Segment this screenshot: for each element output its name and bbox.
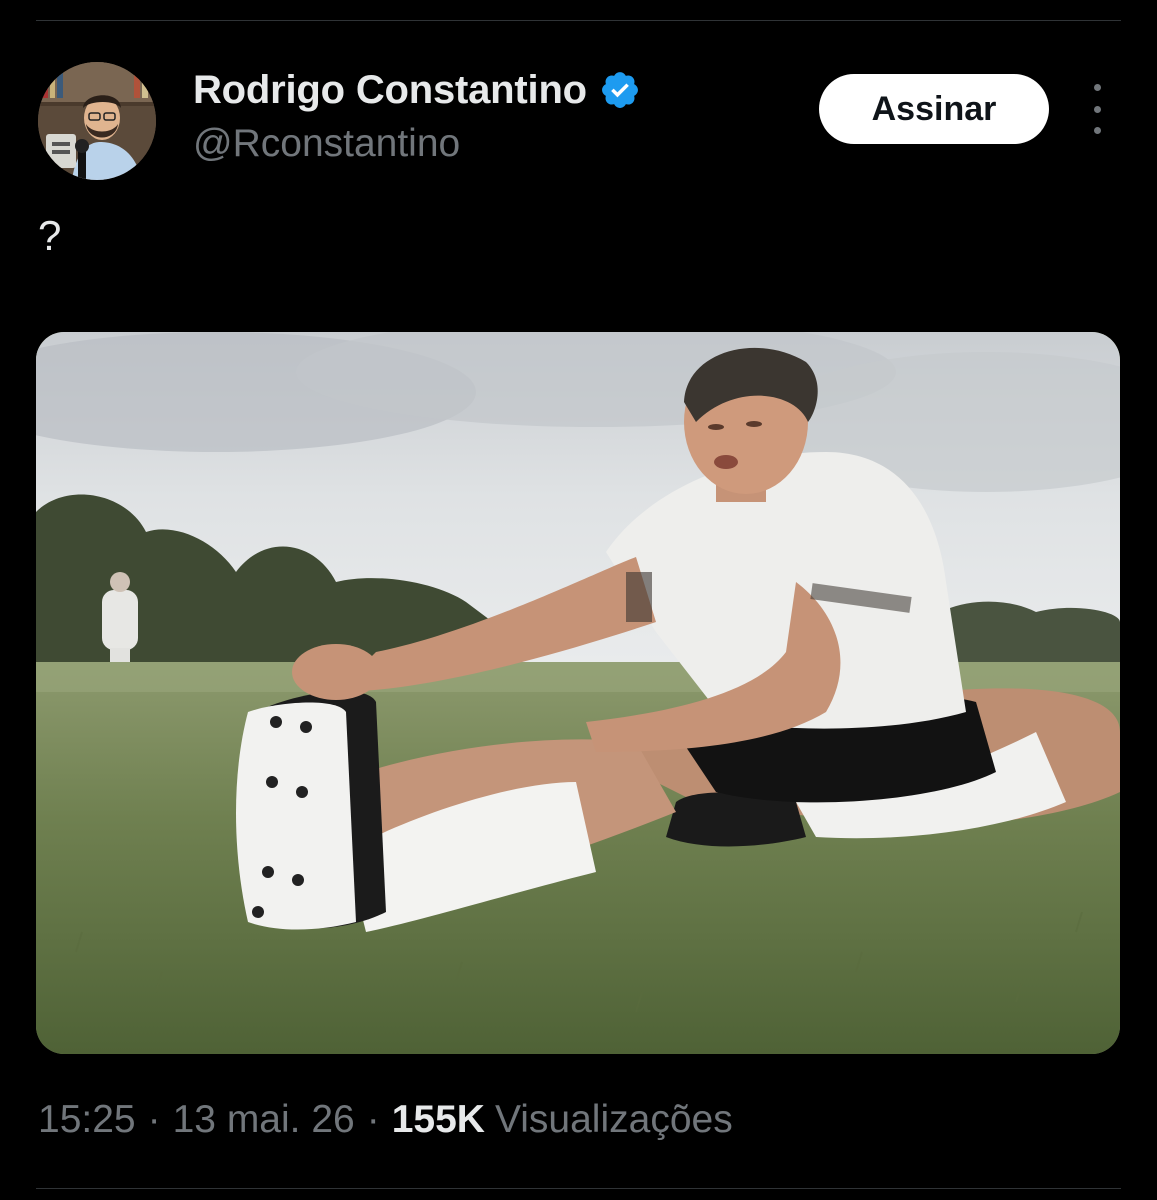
- views-label: Visualizações: [494, 1098, 733, 1141]
- more-vertical-icon[interactable]: [1080, 84, 1114, 134]
- verified-badge-icon: [599, 69, 641, 111]
- tweet-date[interactable]: 13 mai. 26: [173, 1098, 355, 1142]
- tweet-time[interactable]: 15:25: [38, 1098, 136, 1142]
- author-handle[interactable]: @Rconstantino: [193, 122, 460, 166]
- meta-separator: ·: [147, 1098, 161, 1141]
- tweet-media-photo[interactable]: [36, 332, 1120, 1054]
- more-dot: [1093, 127, 1101, 134]
- tweet-meta: 15:25 · 13 mai. 26 · 155K Visualizações: [38, 1098, 733, 1142]
- photo-image: [36, 332, 1120, 1054]
- bottom-divider: [36, 1188, 1121, 1189]
- more-dot: [1093, 105, 1101, 113]
- more-dot: [1093, 84, 1101, 91]
- subscribe-button[interactable]: Assinar: [819, 74, 1049, 144]
- top-divider: [36, 20, 1121, 21]
- views-count[interactable]: 155K: [392, 1098, 485, 1142]
- author-avatar[interactable]: [38, 62, 156, 180]
- avatar-image: [38, 62, 156, 180]
- meta-separator: ·: [366, 1098, 380, 1141]
- tweet-text: ?: [38, 212, 62, 259]
- author-name-row[interactable]: Rodrigo Constantino: [193, 64, 641, 116]
- author-name[interactable]: Rodrigo Constantino: [193, 68, 587, 113]
